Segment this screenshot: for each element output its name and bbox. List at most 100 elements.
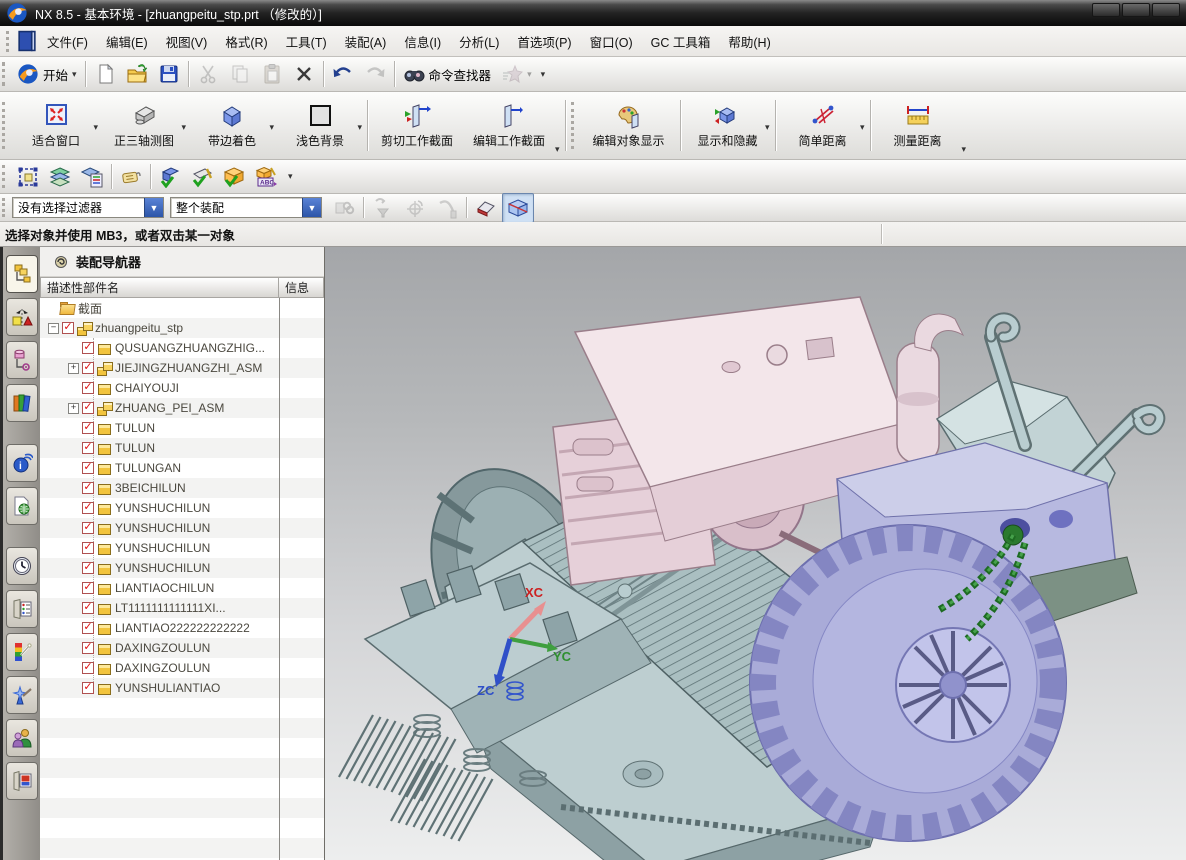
menu-item[interactable]: 分析(L) <box>450 27 508 56</box>
tree-item[interactable]: CHAIYOUJI <box>40 378 324 398</box>
snap-rotate-button[interactable] <box>399 193 431 223</box>
component-checkbox[interactable] <box>82 602 94 614</box>
drag-handle[interactable] <box>2 102 7 149</box>
tree-item[interactable]: ZHUANG_PEI_ASM <box>40 398 324 418</box>
clip-work-section-button[interactable]: 剪切工作截面 <box>371 95 463 157</box>
command-finder-button[interactable]: 命令查找器 <box>398 59 497 89</box>
menu-item[interactable]: 编辑(E) <box>97 27 157 56</box>
drag-handle[interactable] <box>6 31 11 52</box>
show-and-hide-button[interactable]: 显示和隐藏 ▾ <box>684 95 772 157</box>
tree-item[interactable]: zhuangpeitu_stp <box>40 318 324 338</box>
component-checkbox[interactable] <box>82 642 94 654</box>
copy-button[interactable] <box>224 59 256 89</box>
component-checkbox[interactable] <box>82 662 94 674</box>
component-checkbox[interactable] <box>82 522 94 534</box>
roles-tab[interactable] <box>6 676 38 714</box>
undo-button[interactable] <box>327 59 359 89</box>
tree-item[interactable]: TULUN <box>40 418 324 438</box>
tree-item[interactable]: LT1111111111111XI... <box>40 598 324 618</box>
menu-item[interactable]: 格式(R) <box>216 27 276 56</box>
component-checkbox[interactable] <box>82 462 94 474</box>
trimetric-view-button[interactable]: 正三轴测图 ▾ <box>100 95 188 157</box>
tree-item[interactable]: YUNSHUCHILUN <box>40 498 324 518</box>
palettes-tab[interactable] <box>6 590 38 628</box>
paste-button[interactable] <box>256 59 288 89</box>
tree-item[interactable]: LIANTIAOCHILUN <box>40 578 324 598</box>
shaded-with-edges-button[interactable]: 带边着色 ▾ <box>188 95 276 157</box>
history-tab[interactable] <box>6 547 38 585</box>
dropdown-arrow-icon[interactable]: ▼ <box>302 198 321 217</box>
document-globe-tab[interactable] <box>6 487 38 525</box>
fit-window-button[interactable]: 适合窗口 ▾ <box>12 95 100 157</box>
save-button[interactable] <box>153 59 185 89</box>
drag-handle[interactable] <box>2 62 7 86</box>
component-checkbox[interactable] <box>82 542 94 554</box>
menu-item[interactable]: 信息(I) <box>395 27 450 56</box>
component-checkbox[interactable] <box>82 562 94 574</box>
column-header-name[interactable]: 描述性部件名 <box>40 277 279 298</box>
drag-handle[interactable] <box>571 102 576 149</box>
close-button[interactable] <box>1152 3 1180 17</box>
window-picture-tab[interactable] <box>6 762 38 800</box>
component-checkbox[interactable] <box>82 442 94 454</box>
tree-item[interactable]: DAXINGZOULUN <box>40 658 324 678</box>
tree-item[interactable]: TULUN <box>40 438 324 458</box>
open-file-button[interactable] <box>121 59 153 89</box>
validate-cube-button[interactable] <box>218 162 250 192</box>
component-checkbox[interactable] <box>82 482 94 494</box>
drag-handle[interactable] <box>2 165 7 188</box>
interpart-link-button[interactable] <box>328 193 360 223</box>
component-checkbox[interactable] <box>82 362 94 374</box>
redo-button[interactable] <box>359 59 391 89</box>
tree-item[interactable]: YUNSHUCHILUN <box>40 558 324 578</box>
component-checkbox[interactable] <box>82 582 94 594</box>
part-navigator-tab[interactable] <box>6 341 38 379</box>
component-checkbox[interactable] <box>82 382 94 394</box>
expander-icon[interactable] <box>68 403 79 414</box>
column-header-info[interactable]: 信息 <box>279 277 324 298</box>
drag-handle[interactable] <box>2 198 7 217</box>
maximize-button[interactable] <box>1122 3 1150 17</box>
component-checkbox[interactable] <box>82 402 94 414</box>
group-overflow-icon[interactable]: ▾ <box>555 144 560 155</box>
component-checkbox[interactable] <box>62 322 74 334</box>
edit-work-section-button[interactable]: 编辑工作截面 <box>463 95 555 157</box>
component-checkbox[interactable] <box>82 502 94 514</box>
validate-block-button[interactable] <box>154 162 186 192</box>
group-overflow-icon[interactable]: ▾ <box>962 144 967 155</box>
delete-button[interactable] <box>288 59 320 89</box>
menu-item[interactable]: 首选项(P) <box>508 27 580 56</box>
menu-item[interactable]: 装配(A) <box>336 27 396 56</box>
select-rectangle-button[interactable] <box>12 162 44 192</box>
layer-visible-in-view-button[interactable] <box>76 162 108 192</box>
shade-while-selecting-button[interactable] <box>502 193 534 223</box>
tree-item[interactable]: 截面 <box>40 298 324 318</box>
tree-item[interactable]: LIANTIAO222222222222 <box>40 618 324 638</box>
visualization-tab[interactable] <box>6 633 38 671</box>
reuse-library-tab[interactable] <box>6 384 38 422</box>
menu-item[interactable]: 工具(T) <box>277 27 336 56</box>
expander-icon[interactable] <box>68 363 79 374</box>
selection-filter-combo[interactable]: 没有选择过滤器 ▼ <box>12 197 164 218</box>
cut-button[interactable] <box>192 59 224 89</box>
expander-icon[interactable] <box>48 323 59 334</box>
snap-point-filter-button[interactable] <box>367 193 399 223</box>
graphics-viewport[interactable]: XC YC ZC <box>325 247 1186 860</box>
start-menu-button[interactable]: 开始 ▾ <box>12 59 82 89</box>
menu-item[interactable]: 文件(F) <box>38 27 97 56</box>
tree-item[interactable]: QUSUANGZHUANGZHIG... <box>40 338 324 358</box>
tree-item[interactable]: YUNSHUCHILUN <box>40 538 324 558</box>
people-tab[interactable] <box>6 719 38 757</box>
tree-item[interactable]: TULUNGAN <box>40 458 324 478</box>
window-controls[interactable] <box>1092 3 1180 17</box>
highlight-hidden-edges-button[interactable] <box>470 193 502 223</box>
measure-distance-button[interactable]: 测量距离 <box>874 95 962 157</box>
selection-scope-combo[interactable]: 整个装配 ▼ <box>170 197 322 218</box>
tree-item[interactable]: YUNSHUCHILUN <box>40 518 324 538</box>
menu-item[interactable]: 帮助(H) <box>719 27 779 56</box>
edit-object-display-button[interactable]: 编辑对象显示 <box>581 95 677 157</box>
component-checkbox[interactable] <box>82 682 94 694</box>
toolbar-overflow-icon[interactable]: ▾ <box>288 171 293 182</box>
touch-gesture-button[interactable]: ▾ <box>496 59 537 89</box>
light-background-button[interactable]: 浅色背景 ▾ <box>276 95 364 157</box>
